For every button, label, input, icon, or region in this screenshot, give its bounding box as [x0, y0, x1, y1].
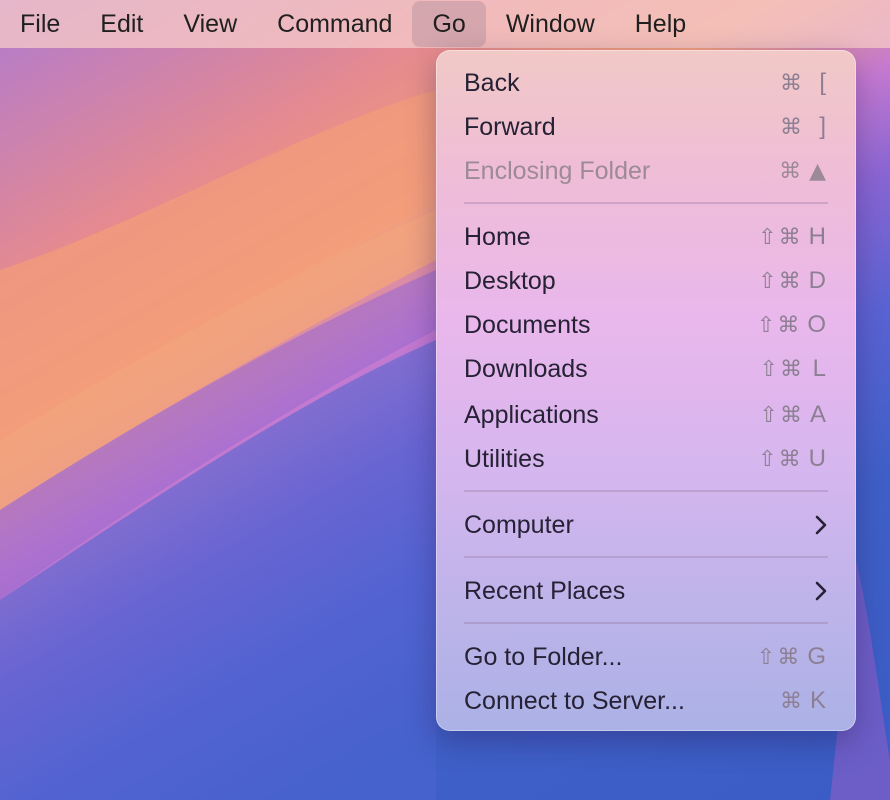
menu-item-label: Go to Folder... — [464, 642, 623, 671]
menu-bar: File Edit View Command Go Window Help — [0, 0, 890, 48]
menu-item-applications[interactable]: Applications ⇧⌘ A — [464, 393, 828, 437]
menu-item-label: Back — [464, 68, 520, 97]
separator — [464, 490, 828, 492]
shortcut: ⇧⌘ A — [759, 401, 828, 428]
menu-file[interactable]: File — [0, 1, 80, 47]
shortcut: ⌘ ▲ — [779, 158, 828, 184]
shortcut: ⌘] — [780, 113, 828, 140]
shortcut: ⌘ K — [779, 687, 828, 714]
menu-item-label: Connect to Server... — [464, 686, 685, 715]
menu-item-desktop[interactable]: Desktop ⇧⌘ D — [464, 259, 828, 303]
menu-item-label: Computer — [464, 510, 574, 539]
menu-go[interactable]: Go — [412, 1, 486, 47]
menu-item-label: Recent Places — [464, 576, 626, 605]
menu-item-utilities[interactable]: Utilities ⇧⌘ U — [464, 437, 828, 481]
menu-help[interactable]: Help — [615, 1, 706, 47]
menu-item-label: Forward — [464, 112, 556, 141]
menu-command[interactable]: Command — [257, 1, 412, 47]
menu-view[interactable]: View — [163, 1, 257, 47]
menu-item-label: Downloads — [464, 354, 588, 383]
menu-item-forward[interactable]: Forward ⌘] — [464, 105, 828, 149]
menu-item-label: Desktop — [464, 266, 556, 295]
shortcut: ⇧⌘ H — [758, 223, 828, 250]
chevron-right-icon — [815, 515, 827, 535]
menu-window[interactable]: Window — [486, 1, 615, 47]
shortcut: ⇧⌘ D — [758, 267, 828, 294]
shortcut: ⇧⌘ O — [756, 311, 828, 338]
chevron-right-icon — [815, 581, 827, 601]
menu-item-go-to-folder[interactable]: Go to Folder... ⇧⌘ G — [464, 635, 828, 679]
menu-item-documents[interactable]: Documents ⇧⌘ O — [464, 303, 828, 347]
separator — [464, 622, 828, 624]
menu-item-back[interactable]: Back ⌘[ — [464, 61, 828, 105]
menu-item-downloads[interactable]: Downloads ⇧⌘ L — [464, 347, 828, 391]
shortcut: ⇧⌘ G — [756, 643, 828, 670]
menu-item-recent-places[interactable]: Recent Places — [464, 569, 828, 613]
menu-edit[interactable]: Edit — [80, 1, 163, 47]
separator — [464, 556, 828, 558]
go-dropdown-menu: Back ⌘[ Forward ⌘] Enclosing Folder ⌘ ▲ H… — [436, 50, 856, 731]
menu-item-label: Home — [464, 222, 531, 251]
separator — [464, 202, 828, 204]
shortcut: ⇧⌘ L — [759, 355, 828, 382]
shortcut: ⌘[ — [780, 69, 828, 96]
shortcut: ⇧⌘ U — [758, 445, 828, 472]
menu-item-label: Documents — [464, 310, 591, 339]
menu-item-label: Applications — [464, 400, 599, 429]
menu-item-computer[interactable]: Computer — [464, 503, 828, 547]
menu-item-label: Utilities — [464, 444, 545, 473]
menu-item-connect-to-server[interactable]: Connect to Server... ⌘ K — [464, 679, 828, 723]
menu-item-enclosing-folder: Enclosing Folder ⌘ ▲ — [464, 149, 828, 193]
menu-item-home[interactable]: Home ⇧⌘ H — [464, 215, 828, 259]
menu-item-label: Enclosing Folder — [464, 156, 651, 185]
